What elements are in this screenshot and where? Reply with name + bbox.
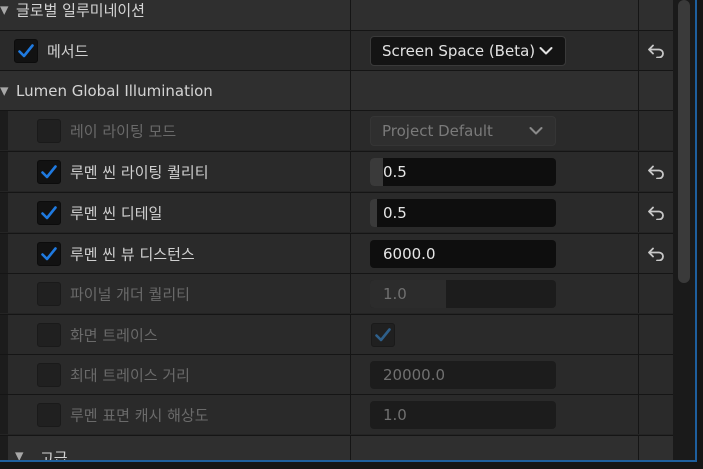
section-title: Lumen Global Illumination	[16, 81, 213, 100]
method-dropdown-value: Screen Space (Beta)	[382, 41, 536, 60]
section-name-cell: ▼ 글로벌 일루미네이션	[0, 0, 351, 30]
name-cell: 루멘 씬 라이팅 퀄리티	[0, 152, 351, 191]
chevron-down-icon	[529, 126, 543, 134]
ray-lighting-mode-checkbox[interactable]	[37, 118, 61, 143]
max-trace-distance-row: 최대 트레이스 거리 20000.0	[0, 354, 673, 394]
name-cell: 루멘 씬 디테일	[0, 193, 351, 232]
details-panel: ▼ 글로벌 일루미네이션 메서드 Screen Space (Beta) ▼ L…	[0, 0, 673, 469]
surface-cache-resolution-row: 루멘 표면 캐시 해상도 1.0	[0, 394, 673, 434]
expand-arrow-icon[interactable]: ▼	[0, 84, 8, 97]
scene-lighting-quality-label: 루멘 씬 라이팅 퀄리티	[70, 163, 209, 181]
section-global-illumination[interactable]: ▼ 글로벌 일루미네이션	[0, 0, 673, 30]
surface-cache-resolution-value: 1.0	[383, 405, 407, 424]
ray-lighting-mode-row: 레이 라이팅 모드 Project Default	[0, 110, 673, 150]
reset-to-default-icon[interactable]	[647, 247, 665, 261]
scene-detail-label: 루멘 씬 디테일	[70, 204, 163, 222]
screen-traces-override-checkbox[interactable]	[37, 322, 61, 347]
scene-detail-value: 0.5	[383, 203, 407, 222]
name-cell: 루멘 표면 캐시 해상도	[0, 395, 351, 434]
value-fill-bar	[370, 157, 384, 186]
scene-view-distance-value: 6000.0	[383, 244, 436, 263]
ray-lighting-mode-label: 레이 라이팅 모드	[70, 122, 177, 140]
scene-lighting-quality-value: 0.5	[383, 162, 407, 181]
section-value-cell	[352, 71, 639, 110]
screen-traces-value-checkbox[interactable]	[371, 322, 395, 347]
scene-detail-checkbox[interactable]	[37, 200, 61, 225]
scrollbar-thumb[interactable]	[678, 0, 690, 283]
scene-view-distance-row: 루멘 씬 뷰 디스턴스 6000.0	[0, 233, 673, 273]
reset-to-default-icon[interactable]	[647, 44, 665, 58]
scene-lighting-quality-checkbox[interactable]	[37, 159, 61, 184]
method-name-cell: 메서드	[0, 31, 351, 70]
window-edge	[697, 0, 703, 469]
checkmark-icon	[41, 164, 57, 178]
screen-traces-row: 화면 트레이스	[0, 314, 673, 354]
section-name-cell: ▼ Lumen Global Illumination	[0, 71, 351, 110]
max-trace-distance-label: 최대 트레이스 거리	[70, 366, 190, 384]
reset-cell	[640, 234, 673, 273]
section-title: 글로벌 일루미네이션	[16, 1, 145, 20]
surface-cache-resolution-input[interactable]: 1.0	[370, 400, 556, 429]
method-reset-cell	[640, 31, 673, 70]
method-checkbox[interactable]	[14, 38, 38, 63]
value-fill-bar	[370, 279, 447, 308]
focus-border-bottom	[0, 460, 697, 462]
final-gather-quality-label: 파이널 개더 퀄리티	[70, 285, 190, 303]
method-row: 메서드 Screen Space (Beta)	[0, 30, 673, 70]
window-edge-bottom	[0, 462, 703, 469]
name-cell: 레이 라이팅 모드	[0, 111, 351, 150]
section-lumen-gi[interactable]: ▼ Lumen Global Illumination	[0, 70, 673, 110]
checkmark-icon	[41, 205, 57, 219]
final-gather-quality-input[interactable]: 1.0	[370, 279, 556, 308]
screen-traces-label: 화면 트레이스	[70, 326, 158, 344]
reset-cell	[640, 152, 673, 191]
ray-lighting-mode-value: Project Default	[382, 121, 493, 140]
scene-detail-row: 루멘 씬 디테일 0.5	[0, 192, 673, 232]
chevron-down-icon	[539, 46, 553, 54]
reset-to-default-icon[interactable]	[647, 165, 665, 179]
max-trace-distance-input[interactable]: 20000.0	[370, 360, 556, 389]
scene-lighting-quality-row: 루멘 씬 라이팅 퀄리티 0.5	[0, 151, 673, 191]
method-label: 메서드	[47, 42, 89, 60]
surface-cache-resolution-label: 루멘 표면 캐시 해상도	[70, 406, 209, 424]
name-cell: 최대 트레이스 거리	[0, 355, 351, 394]
scene-view-distance-label: 루멘 씬 뷰 디스턴스	[70, 245, 195, 263]
checkmark-icon	[18, 43, 34, 57]
surface-cache-resolution-checkbox[interactable]	[37, 402, 61, 427]
value-cell	[352, 315, 639, 354]
section-value-cell	[352, 0, 639, 30]
scene-detail-input[interactable]: 0.5	[370, 198, 556, 227]
scene-view-distance-checkbox[interactable]	[37, 241, 61, 266]
final-gather-quality-checkbox[interactable]	[37, 281, 61, 306]
final-gather-quality-row: 파이널 개더 퀄리티 1.0	[0, 273, 673, 313]
scene-view-distance-input[interactable]: 6000.0	[370, 239, 556, 268]
reset-cell	[640, 193, 673, 232]
value-fill-bar	[370, 198, 378, 227]
name-cell: 화면 트레이스	[0, 315, 351, 354]
scene-lighting-quality-input[interactable]: 0.5	[370, 157, 556, 186]
name-cell: 루멘 씬 뷰 디스턴스	[0, 234, 351, 273]
reset-to-default-icon[interactable]	[647, 206, 665, 220]
final-gather-quality-value: 1.0	[383, 284, 407, 303]
max-trace-distance-checkbox[interactable]	[37, 362, 61, 387]
checkmark-icon	[375, 327, 391, 341]
expand-arrow-icon[interactable]: ▼	[0, 4, 8, 17]
max-trace-distance-value: 20000.0	[383, 365, 446, 384]
ray-lighting-mode-dropdown[interactable]: Project Default	[370, 115, 556, 146]
checkmark-icon	[41, 246, 57, 260]
method-dropdown[interactable]: Screen Space (Beta)	[370, 35, 566, 66]
name-cell: 파이널 개더 퀄리티	[0, 274, 351, 313]
